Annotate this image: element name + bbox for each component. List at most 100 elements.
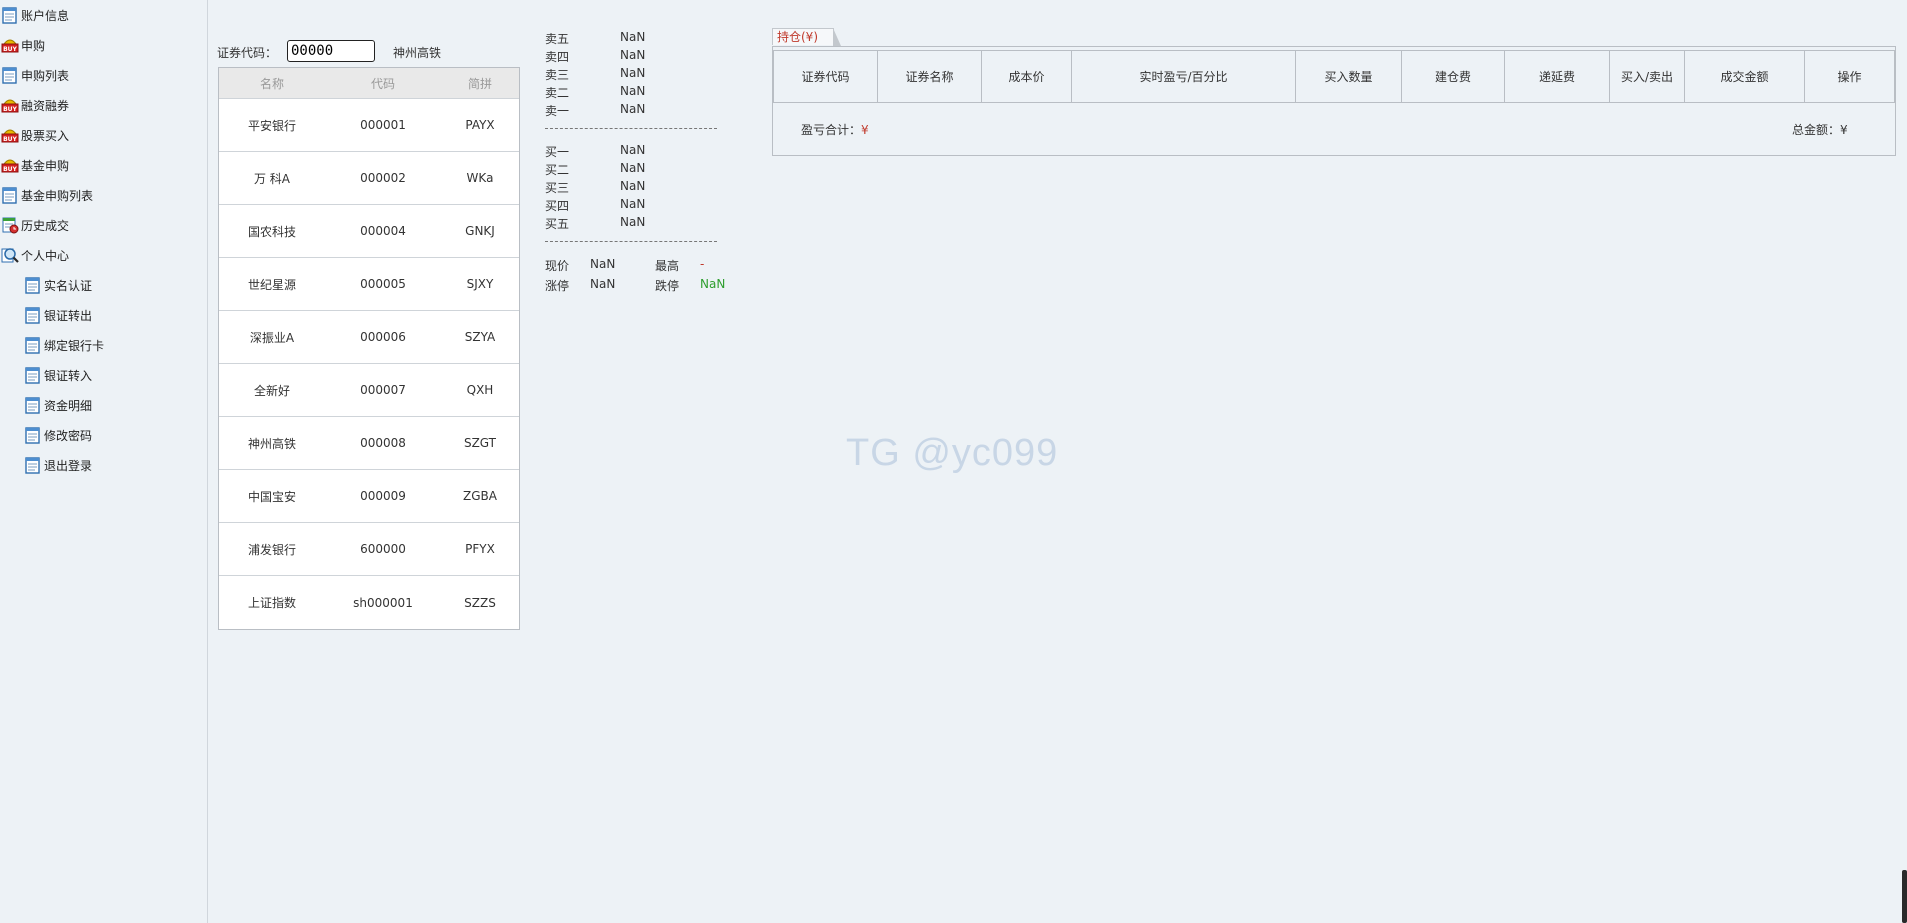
divider	[545, 241, 717, 242]
column-header-code: 代码	[370, 76, 395, 91]
table-row[interactable]: 中国宝安 000009 ZGBA	[219, 470, 519, 523]
watermark: TG @yc099	[846, 432, 1059, 474]
svg-text:BUY: BUY	[3, 166, 17, 173]
total-amount: 总金额：¥	[1792, 123, 1848, 137]
order-level-label: 卖二	[545, 86, 570, 100]
column-header-deferral-fee: 递延费	[1505, 50, 1610, 103]
stock-code: 000009	[360, 489, 406, 503]
stock-name: 万 科A	[253, 171, 291, 186]
sidebar-item-bind-bank-card[interactable]: 绑定银行卡	[24, 335, 104, 355]
order-level-value: NaN	[620, 161, 646, 175]
sidebar-item-subscribe[interactable]: BUY 申购	[1, 35, 45, 55]
total-pl-value: ¥	[861, 123, 869, 137]
sidebar-item-bank-transfer-out[interactable]: 银证转出	[24, 305, 92, 325]
stock-code: 000007	[360, 383, 406, 397]
stock-name: 神州高铁	[247, 436, 296, 451]
stock-name: 上证指数	[247, 596, 296, 610]
sidebar-item-account-info[interactable]: 账户信息	[1, 5, 69, 25]
order-level-label: 买四	[545, 199, 570, 213]
stock-abbr: QXH	[466, 383, 494, 397]
tab-positions[interactable]: 持仓(¥)	[772, 28, 841, 46]
history-icon	[1, 216, 19, 234]
stock-abbr: SZGT	[463, 436, 497, 450]
buy-icon: BUY	[1, 156, 19, 174]
stock-name: 平安银行	[247, 118, 296, 133]
order-level-label: 买三	[545, 181, 570, 195]
sidebar-item-label: 股票买入	[21, 128, 70, 143]
stock-abbr: ZGBA	[463, 489, 497, 503]
sidebar-item-label: 基金申购列表	[21, 188, 94, 203]
sidebar-item-trade-history[interactable]: 历史成交	[1, 215, 69, 235]
buy-icon: BUY	[1, 126, 19, 144]
table-row[interactable]: 万 科A 000002 WKa	[219, 152, 519, 205]
sidebar-item-label: 银证转出	[44, 308, 93, 323]
order-book-row: 买四 NaN	[545, 197, 645, 215]
order-level-label: 卖四	[545, 50, 570, 64]
stock-abbr: PFYX	[465, 542, 495, 556]
stock-abbr: WKa	[466, 171, 494, 185]
document-icon	[24, 276, 42, 294]
table-row[interactable]: 浦发银行 600000 PFYX	[219, 523, 519, 576]
stock-code: 000008	[360, 436, 406, 450]
column-header-opening-fee: 建仓费	[1402, 50, 1505, 103]
sidebar-item-stock-buy[interactable]: BUY 股票买入	[1, 125, 69, 145]
table-row[interactable]: 深振业A 000006 SZYA	[219, 311, 519, 364]
table-row[interactable]: 平安银行 000001 PAYX	[219, 99, 519, 152]
order-book-row: 买三 NaN	[545, 179, 645, 197]
document-icon	[1, 186, 19, 204]
sidebar-item-fund-details[interactable]: 资金明细	[24, 395, 92, 415]
column-header-abbr: 简拼	[467, 76, 492, 91]
order-level-label: 买一	[545, 145, 570, 159]
sidebar-item-label: 实名认证	[44, 278, 93, 293]
sidebar-item-label: 个人中心	[21, 248, 70, 263]
order-level-value: NaN	[620, 48, 646, 62]
order-level-label: 卖五	[545, 32, 570, 46]
sidebar-item-bank-transfer-in[interactable]: 银证转入	[24, 365, 92, 385]
stock-abbr: PAYX	[465, 118, 495, 132]
table-row[interactable]: 国农科技 000004 GNKJ	[219, 205, 519, 258]
sidebar-item-fund-subscribe-list[interactable]: 基金申购列表	[1, 185, 93, 205]
order-level-value: NaN	[620, 143, 646, 157]
sidebar-item-real-name-auth[interactable]: 实名认证	[24, 275, 92, 295]
table-row[interactable]: 上证指数 sh000001 SZZS	[219, 576, 519, 629]
order-book-row: 买一 NaN	[545, 143, 645, 161]
order-level-value: NaN	[620, 84, 646, 98]
document-icon	[24, 456, 42, 474]
sidebar: 账户信息 BUY 申购 申购列表 BUY 融资融券 BUY 股票买入 BUY 基…	[0, 0, 208, 923]
svg-text:BUY: BUY	[3, 136, 17, 143]
sidebar-item-fund-subscribe[interactable]: BUY 基金申购	[1, 155, 69, 175]
sidebar-item-subscribe-list[interactable]: 申购列表	[1, 65, 69, 85]
column-header-security-name: 证券名称	[878, 50, 982, 103]
sidebar-item-change-password[interactable]: 修改密码	[24, 425, 92, 445]
order-level-value: NaN	[620, 102, 646, 116]
sidebar-item-margin-trading[interactable]: BUY 融资融券	[1, 95, 69, 115]
column-header-buy-sell: 买入/卖出	[1610, 50, 1685, 103]
total-pl-label: 盈亏合计：	[801, 123, 862, 137]
document-icon	[24, 366, 42, 384]
table-row[interactable]: 全新好 000007 QXH	[219, 364, 519, 417]
table-row[interactable]: 世纪星源 000005 SJXY	[219, 258, 519, 311]
security-code-input[interactable]	[287, 40, 375, 62]
stock-name: 全新好	[253, 383, 290, 398]
table-row[interactable]: 神州高铁 000008 SZGT	[219, 417, 519, 470]
high-price-value: -	[700, 257, 705, 271]
sidebar-item-label: 历史成交	[21, 218, 70, 233]
sidebar-item-label: 基金申购	[21, 158, 70, 173]
stock-abbr: SZYA	[464, 330, 496, 344]
sidebar-item-label: 申购列表	[21, 68, 70, 83]
stock-code: 000006	[360, 330, 406, 344]
column-header-name: 名称	[259, 76, 284, 91]
stock-abbr: SZZS	[464, 595, 496, 610]
limit-down-value: NaN	[700, 277, 726, 291]
sidebar-item-logout[interactable]: 退出登录	[24, 455, 92, 475]
order-level-label: 卖三	[545, 68, 570, 82]
document-icon	[24, 306, 42, 324]
order-level-value: NaN	[620, 30, 646, 44]
document-icon	[1, 66, 19, 84]
order-level-value: NaN	[620, 66, 646, 80]
sidebar-item-personal-center[interactable]: 个人中心	[1, 245, 69, 265]
buy-icon: BUY	[1, 96, 19, 114]
column-header-realtime-pl: 实时盈亏/百分比	[1072, 50, 1296, 103]
column-header-trade-amount: 成交金额	[1685, 50, 1805, 103]
scrollbar-thumb[interactable]	[1902, 870, 1907, 923]
